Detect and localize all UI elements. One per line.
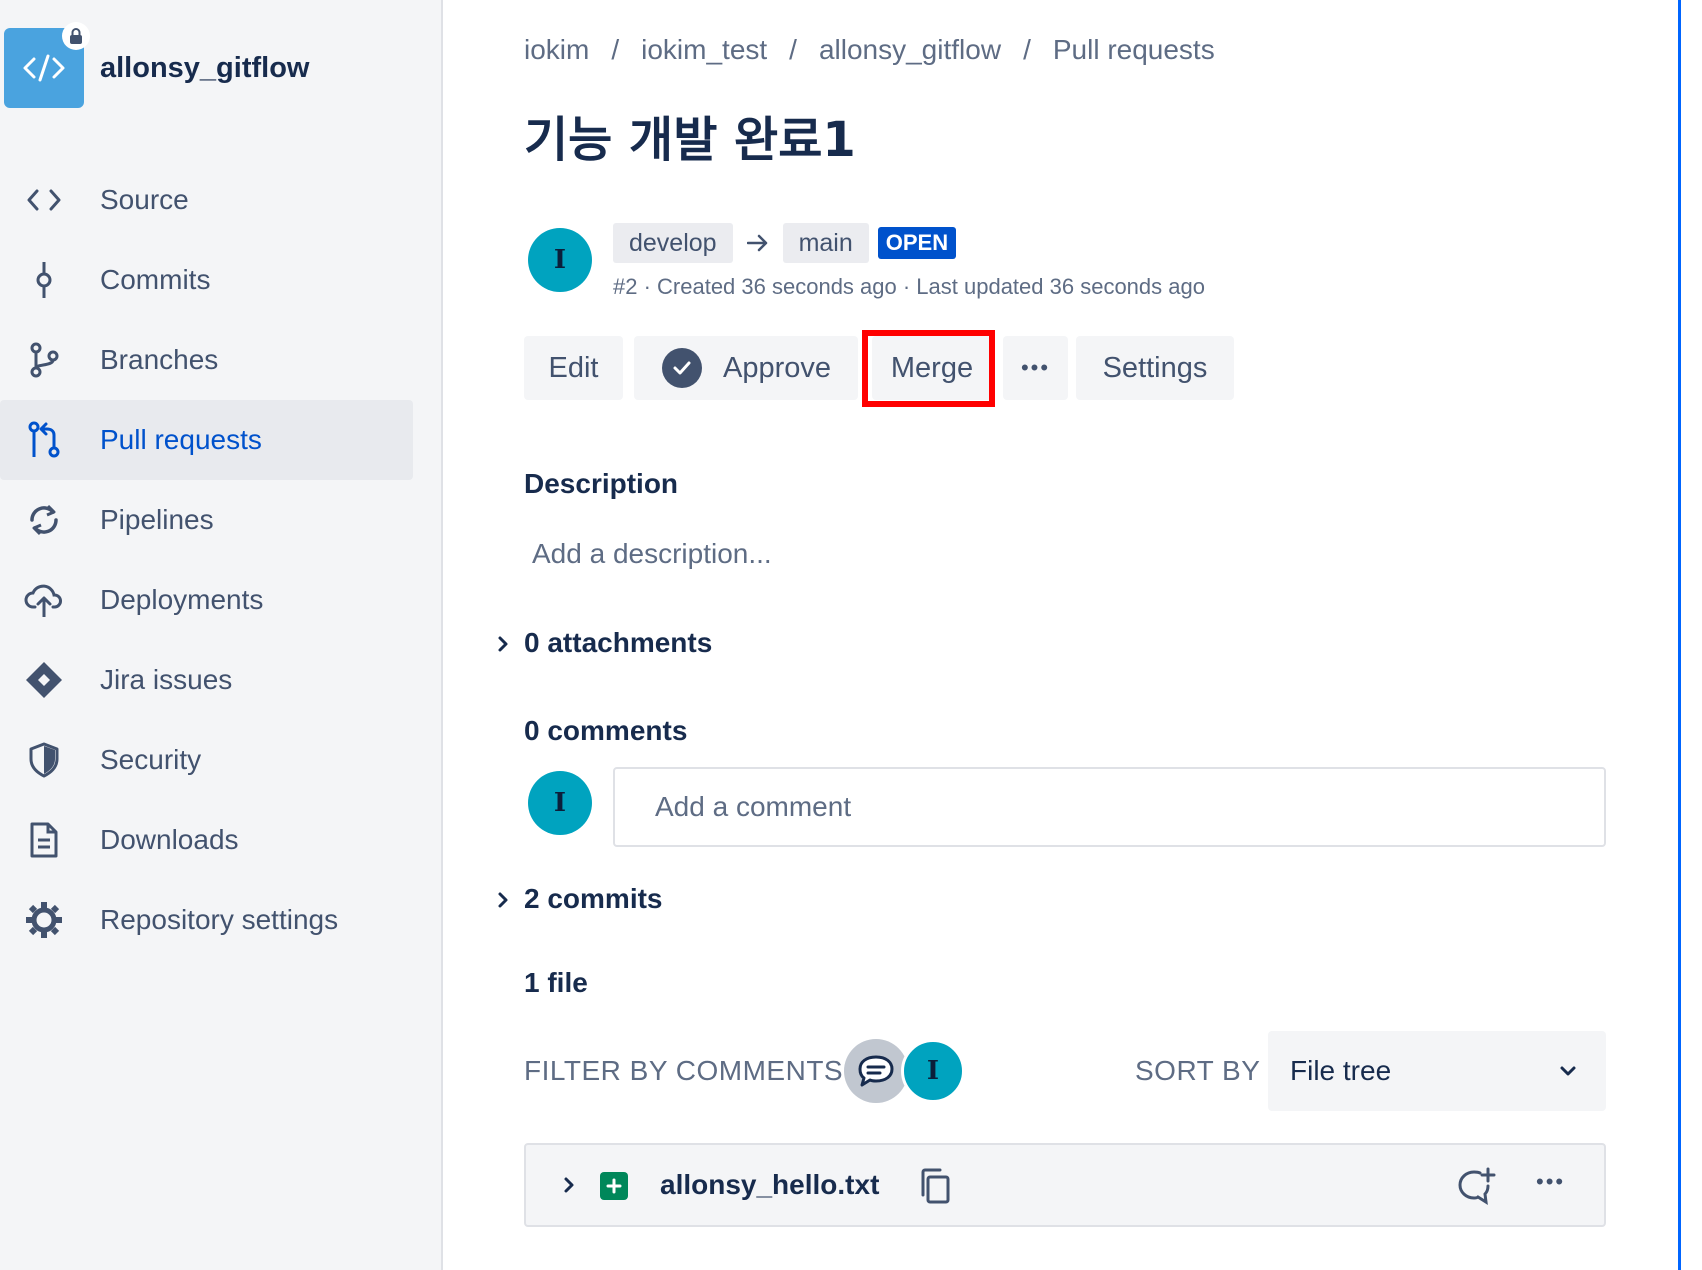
pipelines-icon	[24, 500, 64, 540]
approve-button[interactable]: Approve	[634, 336, 858, 400]
sidebar-item-downloads[interactable]: Downloads	[0, 800, 413, 880]
shield-icon	[24, 740, 64, 780]
sidebar-item-source[interactable]: Source	[0, 160, 413, 240]
code-icon	[24, 180, 64, 220]
breadcrumb-separator: /	[1023, 34, 1031, 65]
sidebar-item-label: Source	[100, 184, 189, 215]
pr-meta: #2 · Created 36 seconds ago · Last updat…	[613, 274, 1205, 299]
repo-avatar[interactable]	[4, 22, 90, 108]
breadcrumb-separator: /	[789, 34, 797, 65]
sort-by-select[interactable]: File tree	[1268, 1031, 1606, 1111]
source-branch[interactable]: develop	[613, 223, 733, 263]
document-icon	[24, 820, 64, 860]
comment-icon	[858, 1055, 894, 1087]
target-branch[interactable]: main	[782, 223, 869, 263]
edit-button[interactable]: Edit	[524, 336, 623, 400]
add-comment-icon[interactable]	[1456, 1167, 1496, 1205]
merge-button[interactable]: Merge	[872, 336, 992, 400]
window-edge	[1678, 0, 1681, 1270]
description-heading: Description	[524, 468, 679, 499]
copy-icon[interactable]	[918, 1167, 952, 1205]
comment-input[interactable]: Add a comment	[613, 767, 1606, 847]
sidebar-item-label: Pipelines	[100, 504, 214, 535]
file-more-button[interactable]: •••	[1536, 1169, 1565, 1195]
breadcrumb: iokim / iokim_test / allonsy_gitflow / P…	[524, 34, 1215, 66]
status-badge: OPEN	[877, 227, 957, 259]
check-circle-icon	[662, 348, 702, 388]
filter-user-avatar[interactable]: I	[901, 1039, 965, 1103]
sidebar-item-label: Downloads	[100, 824, 239, 855]
pull-request-page: iokim / iokim_test / allonsy_gitflow / P…	[445, 0, 1680, 1270]
sort-by-label: SORT BY	[1135, 1055, 1261, 1086]
sidebar-item-label: Branches	[100, 344, 219, 375]
sidebar-item-label: Jira issues	[100, 664, 233, 695]
sort-by-value: File tree	[1290, 1055, 1392, 1086]
breadcrumb-separator: /	[611, 34, 620, 65]
file-added-icon	[600, 1172, 628, 1200]
commit-icon	[24, 260, 64, 300]
sidebar-item-branches[interactable]: Branches	[0, 320, 413, 400]
jira-icon	[24, 660, 64, 700]
sidebar-item-pull-requests[interactable]: Pull requests	[0, 400, 413, 480]
sidebar: allonsy_gitflow Source Commits Branches …	[0, 0, 443, 1270]
sidebar-item-pipelines[interactable]: Pipelines	[0, 480, 413, 560]
arrow-right-icon	[746, 234, 767, 252]
repo-name[interactable]: allonsy_gitflow	[100, 52, 309, 85]
chevron-right-icon[interactable]	[494, 891, 512, 909]
settings-button[interactable]: Settings	[1076, 336, 1234, 400]
sidebar-item-commits[interactable]: Commits	[0, 240, 413, 320]
breadcrumb-pull-requests[interactable]: Pull requests	[1053, 34, 1215, 66]
sidebar-item-label: Deployments	[100, 584, 264, 615]
repo-header[interactable]: allonsy_gitflow	[4, 22, 309, 108]
breadcrumb-repository[interactable]: allonsy_gitflow	[819, 34, 1001, 66]
sidebar-item-label: Pull requests	[100, 424, 262, 455]
sidebar-item-jira-issues[interactable]: Jira issues	[0, 640, 413, 720]
sidebar-item-security[interactable]: Security	[0, 720, 413, 800]
author-avatar[interactable]: I	[528, 228, 592, 292]
attachments-heading[interactable]: 0 attachments	[524, 627, 712, 659]
more-actions-button[interactable]: •••	[1003, 336, 1068, 400]
sidebar-item-label: Security	[100, 744, 202, 775]
breadcrumb-project[interactable]: iokim_test	[641, 34, 767, 66]
description-input[interactable]: Add a description...	[532, 538, 772, 570]
gear-icon	[24, 900, 64, 940]
chevron-down-icon	[1560, 1066, 1576, 1076]
cloud-upload-icon	[24, 580, 64, 620]
file-row[interactable]: allonsy_hello.txt •••	[524, 1143, 1606, 1227]
sidebar-nav: Source Commits Branches Pull requests Pi…	[0, 160, 413, 960]
breadcrumb-workspace[interactable]: iokim	[524, 34, 589, 66]
sidebar-item-label: Repository settings	[100, 904, 339, 935]
sidebar-item-deployments[interactable]: Deployments	[0, 560, 413, 640]
file-name[interactable]: allonsy_hello.txt	[660, 1169, 879, 1201]
sidebar-item-repository-settings[interactable]: Repository settings	[0, 880, 413, 960]
filter-by-comments-label: FILTER BY COMMENTS	[524, 1055, 844, 1086]
chevron-right-icon[interactable]	[494, 635, 512, 653]
sidebar-item-label: Commits	[100, 264, 211, 295]
approve-label: Approve	[723, 351, 832, 384]
avatar: I	[528, 771, 592, 835]
files-heading: 1 file	[524, 967, 588, 998]
pull-request-icon	[24, 420, 64, 460]
branch-icon	[24, 340, 64, 380]
comments-heading: 0 comments	[524, 715, 688, 746]
lock-icon	[62, 22, 90, 50]
code-icon	[23, 54, 65, 82]
page-title: 기능 개발 완료1	[524, 112, 856, 168]
commits-heading[interactable]: 2 commits	[524, 883, 663, 915]
branch-info: develop main OPEN	[613, 223, 957, 263]
chevron-right-icon[interactable]	[560, 1176, 578, 1194]
filter-comments-button[interactable]	[844, 1039, 908, 1103]
